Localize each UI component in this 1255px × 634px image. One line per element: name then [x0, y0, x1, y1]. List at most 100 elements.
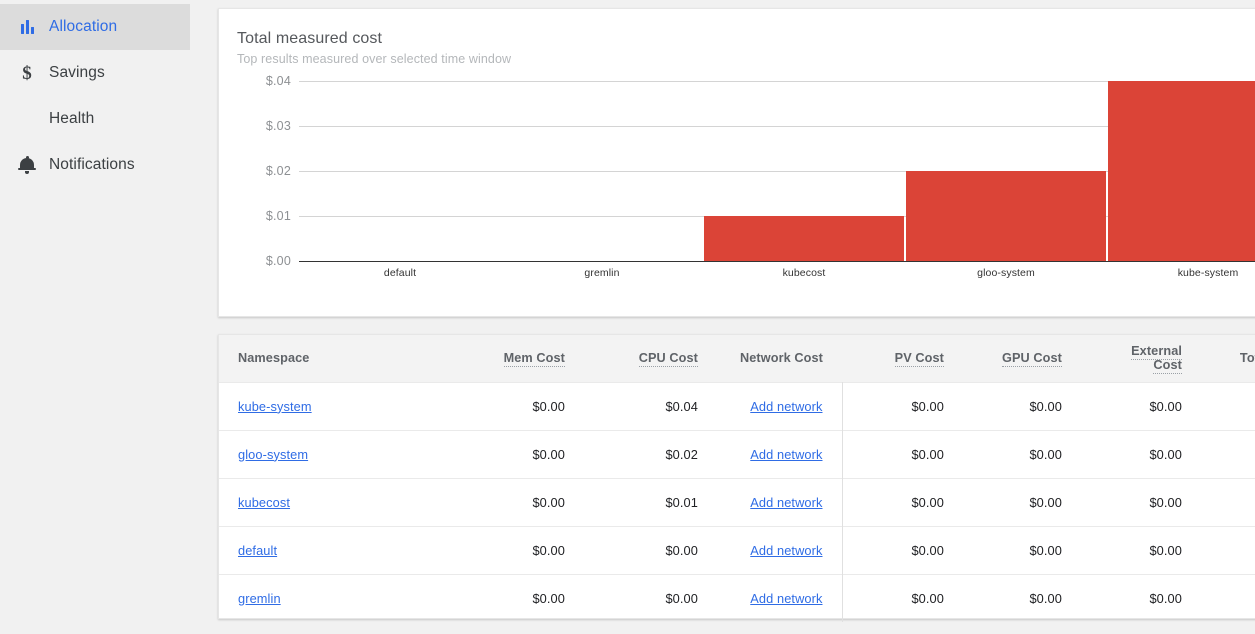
cell-mem: $0.00 — [451, 478, 584, 526]
cell-namespace[interactable]: gloo-system — [219, 430, 451, 478]
column-header-label: GPU Cost — [1002, 351, 1062, 367]
cell-mem: $0.00 — [451, 430, 584, 478]
chart-bar[interactable] — [704, 216, 904, 261]
cell-gpu: $0.00 — [963, 382, 1081, 430]
cell-total: $0.00 — [1201, 526, 1255, 574]
column-header-label: PV Cost — [895, 351, 944, 367]
sidebar-item-notifications[interactable]: Notifications — [0, 142, 190, 188]
column-header-label: Namespace — [238, 351, 309, 365]
cell-external: $0.00 — [1081, 430, 1201, 478]
chart-y-tick-label: $.00 — [219, 254, 291, 268]
cell-gpu: $0.00 — [963, 478, 1081, 526]
cell-external: $0.00 — [1081, 478, 1201, 526]
chart-y-tick-label: $.03 — [219, 119, 291, 133]
cell-mem: $0.00 — [451, 574, 584, 622]
chart-y-tick-label: $.04 — [219, 74, 291, 88]
chart-bars — [299, 81, 1255, 261]
cell-gpu: $0.00 — [963, 526, 1081, 574]
column-header-network[interactable]: Network Cost — [717, 335, 842, 382]
namespace-link[interactable]: default — [238, 543, 277, 558]
namespace-link[interactable]: kubecost — [238, 495, 290, 510]
namespace-cost-table-card: Namespace Mem Cost CPU Cost Network Cost PV … — [218, 334, 1255, 619]
namespace-link[interactable]: gloo-system — [238, 447, 308, 462]
sidebar: Allocation $ Savings ! Health Notificati… — [0, 0, 196, 634]
cell-pv: $0.00 — [842, 526, 963, 574]
bar-chart: $.00$.01$.02$.03$.04 defaultgremlinkubec… — [219, 81, 1255, 311]
chart-y-tick-label: $.01 — [219, 209, 291, 223]
namespace-cost-table: Namespace Mem Cost CPU Cost Network Cost PV … — [219, 335, 1255, 622]
bell-icon — [14, 153, 40, 177]
chart-bar-slot — [1107, 81, 1255, 261]
column-header-label: Network Cost — [740, 351, 823, 365]
sidebar-item-savings[interactable]: $ Savings — [0, 50, 190, 96]
cell-pv: $0.00 — [842, 382, 963, 430]
column-header-pv[interactable]: PV Cost — [842, 335, 963, 382]
chart-subtitle: Top results measured over selected time … — [219, 48, 1255, 66]
cell-cpu: $0.00 — [584, 574, 717, 622]
cell-namespace[interactable]: kubecost — [219, 478, 451, 526]
cell-network[interactable]: Add network — [717, 382, 842, 430]
cell-total: $0.02 — [1201, 430, 1255, 478]
chart-bar-slot — [703, 81, 905, 261]
column-header-cpu[interactable]: CPU Cost — [584, 335, 717, 382]
column-header-label: External Cost — [1131, 344, 1182, 374]
table-row: kubecost$0.00$0.01Add network$0.00$0.00$… — [219, 478, 1255, 526]
column-header-label: CPU Cost — [639, 351, 698, 367]
chart-bar[interactable] — [906, 171, 1106, 261]
sidebar-item-allocation[interactable]: Allocation — [0, 4, 190, 50]
table-row: default$0.00$0.00Add network$0.00$0.00$0… — [219, 526, 1255, 574]
cell-gpu: $0.00 — [963, 430, 1081, 478]
table-body: kube-system$0.00$0.04Add network$0.00$0.… — [219, 382, 1255, 622]
add-network-link[interactable]: Add network — [750, 591, 822, 606]
cell-namespace[interactable]: kube-system — [219, 382, 451, 430]
main-content: Total measured cost Top results measured… — [196, 0, 1255, 634]
chart-y-tick-label: $.02 — [219, 164, 291, 178]
namespace-link[interactable]: kube-system — [238, 399, 312, 414]
table-row: gremlin$0.00$0.00Add network$0.00$0.00$0… — [219, 574, 1255, 622]
cell-network[interactable]: Add network — [717, 430, 842, 478]
add-network-link[interactable]: Add network — [750, 447, 822, 462]
sidebar-item-label: Allocation — [49, 18, 117, 36]
column-header-mem[interactable]: Mem Cost — [451, 335, 584, 382]
cell-pv: $0.00 — [842, 574, 963, 622]
table-row: gloo-system$0.00$0.02Add network$0.00$0.… — [219, 430, 1255, 478]
table-header: Namespace Mem Cost CPU Cost Network Cost PV … — [219, 335, 1255, 382]
cell-network[interactable]: Add network — [717, 478, 842, 526]
column-header-label: Mem Cost — [504, 351, 565, 367]
total-measured-cost-card: Total measured cost Top results measured… — [218, 8, 1255, 317]
cell-network[interactable]: Add network — [717, 574, 842, 622]
dollar-sign-icon: $ — [14, 61, 40, 85]
cell-gpu: $0.00 — [963, 574, 1081, 622]
cell-total: $0.04 — [1201, 382, 1255, 430]
bar-chart-icon — [14, 15, 40, 39]
chart-bar[interactable] — [1108, 81, 1255, 261]
chart-x-tick-label: gloo-system — [905, 267, 1107, 279]
column-header-external[interactable]: External Cost — [1081, 335, 1201, 382]
alert-octagon-icon: ! — [14, 107, 40, 131]
sidebar-item-label: Health — [49, 110, 94, 128]
column-header-label: Total Cost — [1240, 351, 1255, 365]
chart-x-tick-label: default — [299, 267, 501, 279]
sidebar-item-health[interactable]: ! Health — [0, 96, 190, 142]
cell-cpu: $0.02 — [584, 430, 717, 478]
chart-bar-slot — [905, 81, 1107, 261]
cell-network[interactable]: Add network — [717, 526, 842, 574]
cell-namespace[interactable]: default — [219, 526, 451, 574]
column-header-gpu[interactable]: GPU Cost — [963, 335, 1081, 382]
add-network-link[interactable]: Add network — [750, 495, 822, 510]
cell-pv: $0.00 — [842, 478, 963, 526]
sidebar-item-label: Notifications — [49, 156, 135, 174]
column-header-namespace[interactable]: Namespace — [219, 335, 451, 382]
add-network-link[interactable]: Add network — [750, 543, 822, 558]
add-network-link[interactable]: Add network — [750, 399, 822, 414]
cell-total: $0.00 — [1201, 574, 1255, 622]
namespace-link[interactable]: gremlin — [238, 591, 281, 606]
cell-total: $0.01 — [1201, 478, 1255, 526]
cell-namespace[interactable]: gremlin — [219, 574, 451, 622]
cell-mem: $0.00 — [451, 382, 584, 430]
table-header-row: Namespace Mem Cost CPU Cost Network Cost PV … — [219, 335, 1255, 382]
cell-cpu: $0.00 — [584, 526, 717, 574]
chart-title: Total measured cost — [219, 9, 1255, 48]
cell-cpu: $0.04 — [584, 382, 717, 430]
column-header-total[interactable]: Total Cost — [1201, 335, 1255, 382]
